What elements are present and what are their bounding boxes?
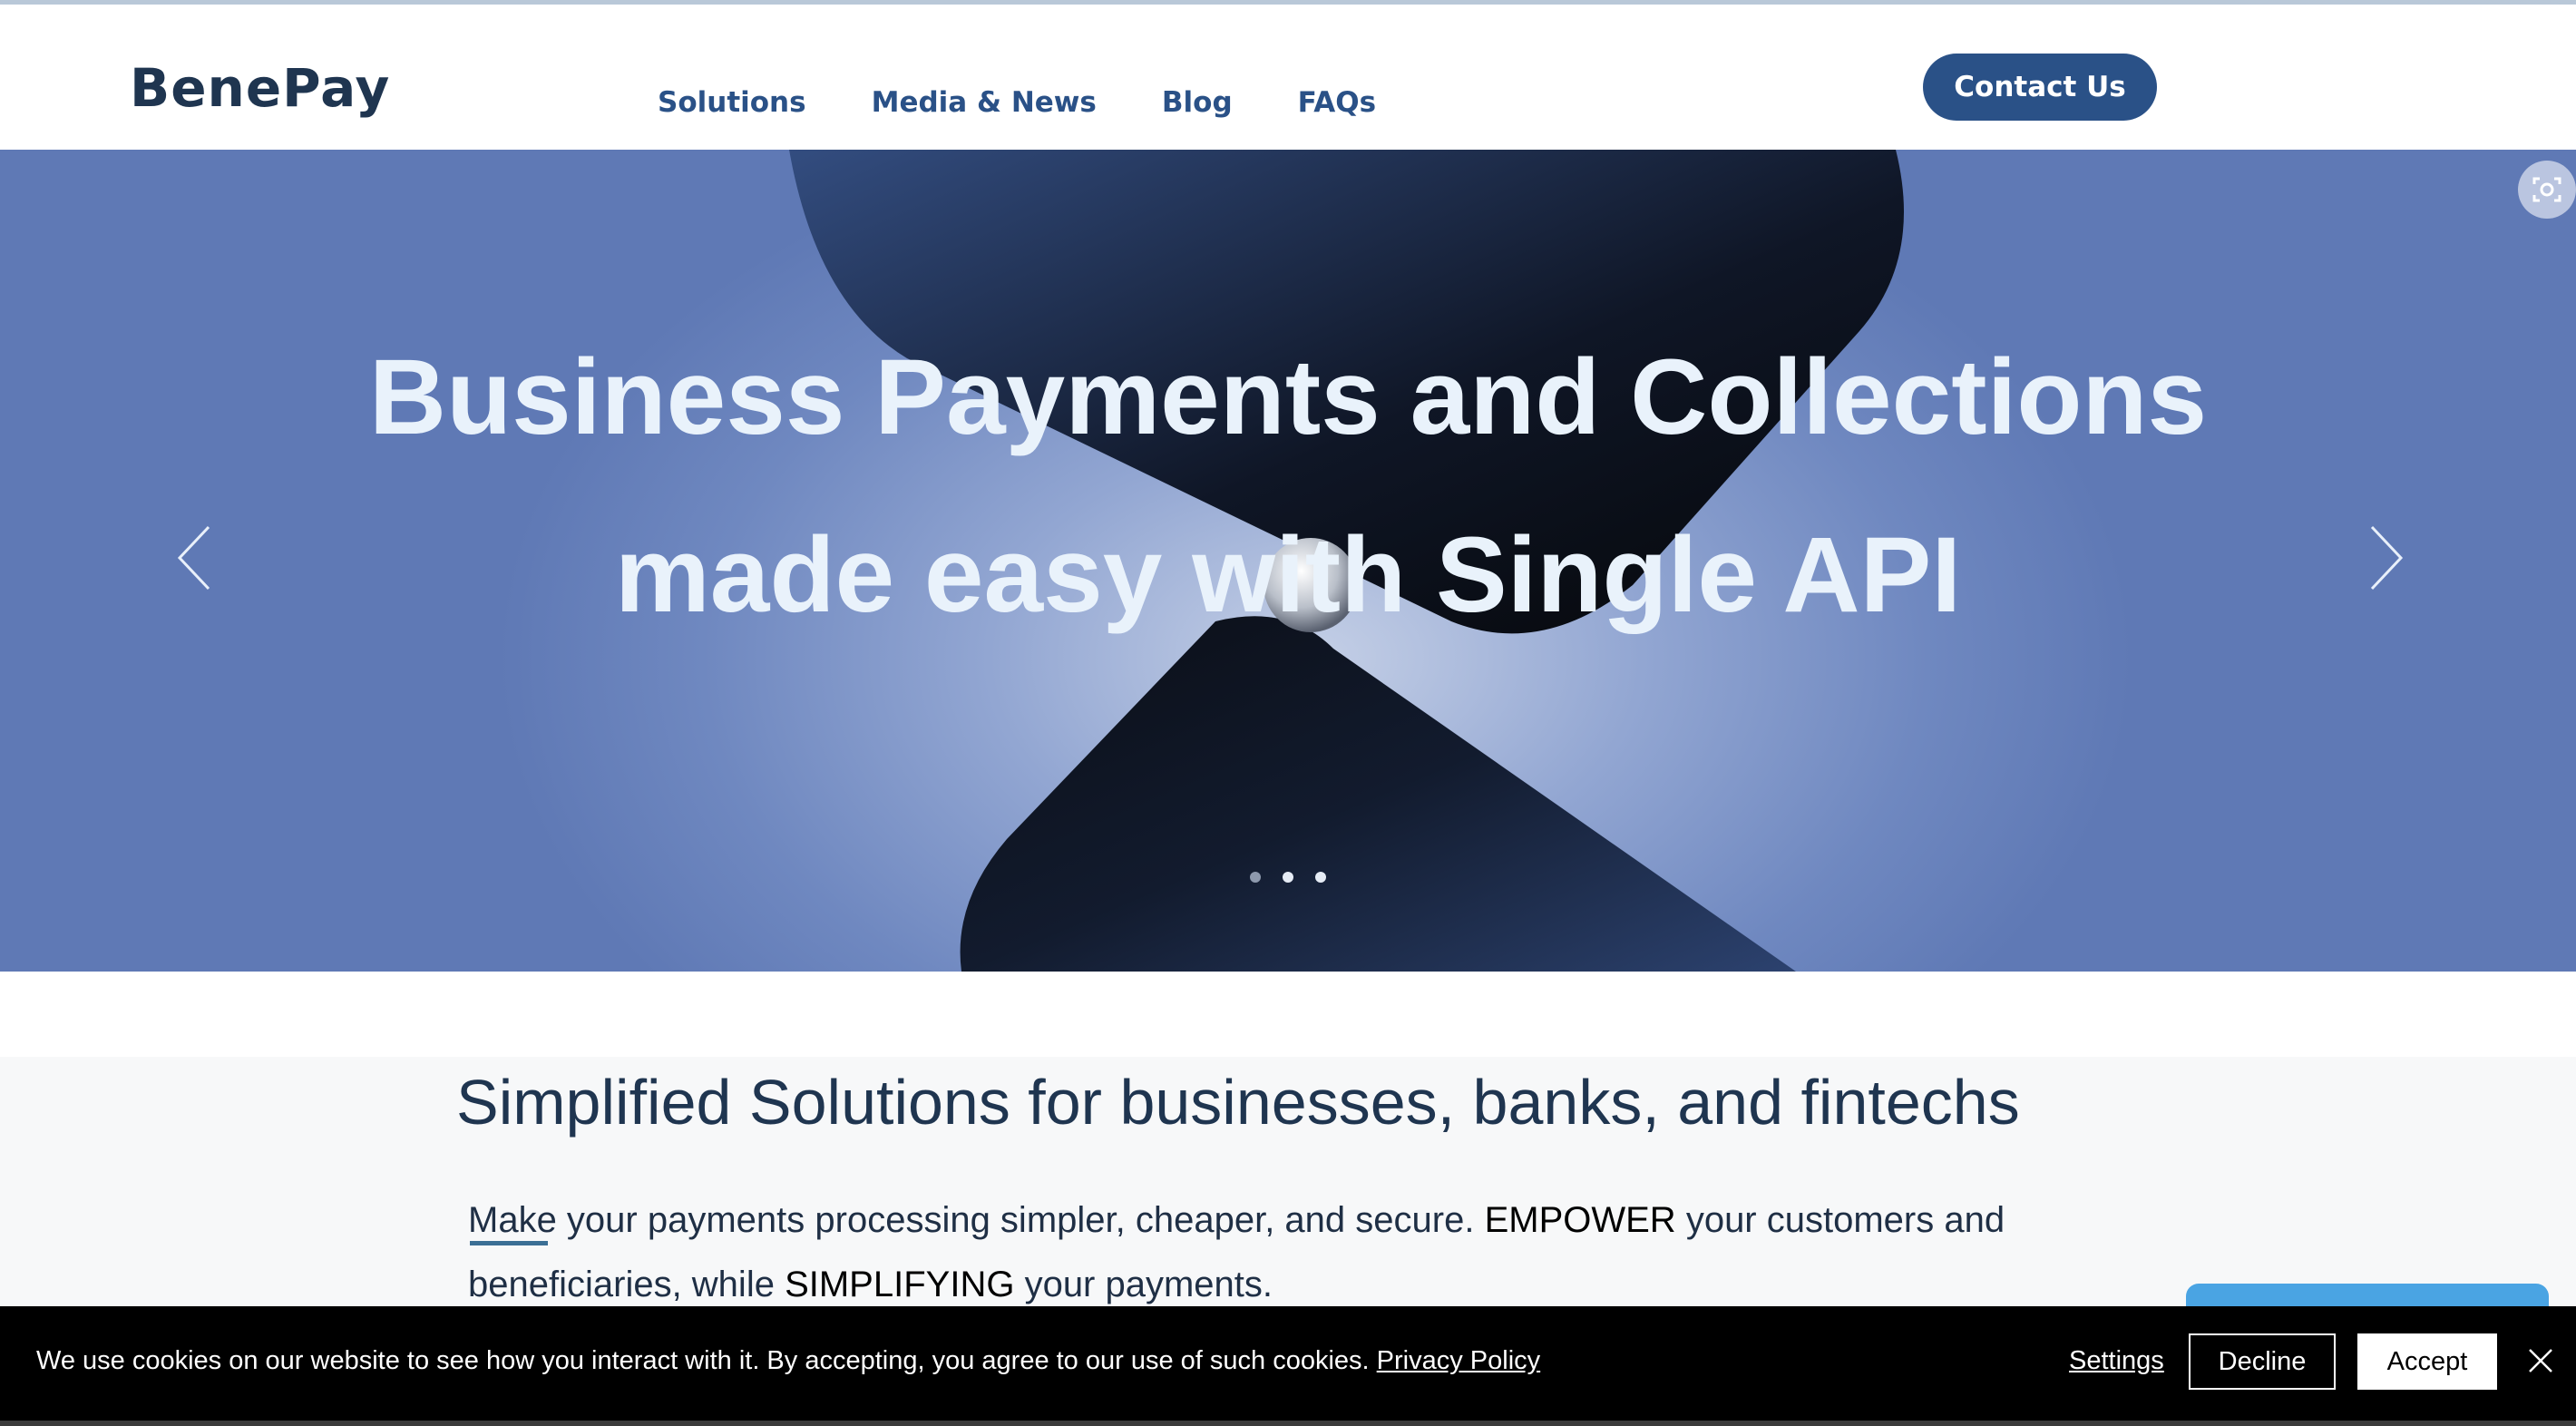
chevron-left-icon[interactable] — [172, 522, 218, 594]
accept-button[interactable]: Accept — [2357, 1333, 2497, 1390]
para-text-1: your payments processing simpler, cheape… — [556, 1200, 1485, 1240]
hero-title: Business Payments and Collections made e… — [0, 308, 2576, 664]
accent-underline — [470, 1241, 548, 1245]
slide-dot-3[interactable] — [1315, 872, 1326, 883]
privacy-policy-link[interactable]: Privacy Policy — [1377, 1346, 1541, 1375]
close-icon[interactable] — [2526, 1346, 2555, 1375]
decline-button[interactable]: Decline — [2189, 1333, 2336, 1390]
browser-bottom-edge — [0, 1421, 2576, 1426]
para-simplifying: SIMPLIFYING — [785, 1265, 1015, 1304]
site-logo[interactable]: BenePay — [130, 57, 390, 119]
hero-title-line-1: Business Payments and Collections — [368, 337, 2208, 457]
slide-dot-1[interactable] — [1250, 872, 1261, 883]
para-empower: EMPOWER — [1484, 1200, 1676, 1240]
nav-faqs[interactable]: FAQs — [1298, 86, 1376, 119]
chevron-right-icon[interactable] — [2363, 522, 2408, 594]
screenshot-icon[interactable] — [2518, 161, 2576, 219]
nav-media-news[interactable]: Media & News — [872, 86, 1097, 119]
hero-slider: Business Payments and Collections made e… — [0, 150, 2576, 972]
site-header: BenePay Solutions Media & News Blog FAQs… — [0, 5, 2576, 150]
hero-title-line-2: made easy with Single API — [614, 515, 1962, 635]
section-title: Simplified Solutions for businesses, ban… — [456, 1067, 2020, 1138]
cookie-settings-link[interactable]: Settings — [2069, 1346, 2164, 1376]
contact-us-button[interactable]: Contact Us — [1923, 54, 2157, 121]
cookie-message: We use cookies on our website to see how… — [36, 1346, 1540, 1376]
para-make: Make — [468, 1200, 557, 1240]
nav-blog[interactable]: Blog — [1162, 86, 1233, 119]
cookie-text: We use cookies on our website to see how… — [36, 1346, 1370, 1375]
nav-solutions[interactable]: Solutions — [658, 86, 806, 119]
slide-dot-2[interactable] — [1283, 872, 1293, 883]
para-text-3: your payments. — [1014, 1265, 1273, 1304]
main-nav: Solutions Media & News Blog FAQs — [658, 86, 1376, 119]
cookie-banner: We use cookies on our website to see how… — [0, 1306, 2576, 1426]
section-paragraph: Make your payments processing simpler, c… — [468, 1188, 2101, 1317]
slider-dots — [1250, 872, 1326, 883]
